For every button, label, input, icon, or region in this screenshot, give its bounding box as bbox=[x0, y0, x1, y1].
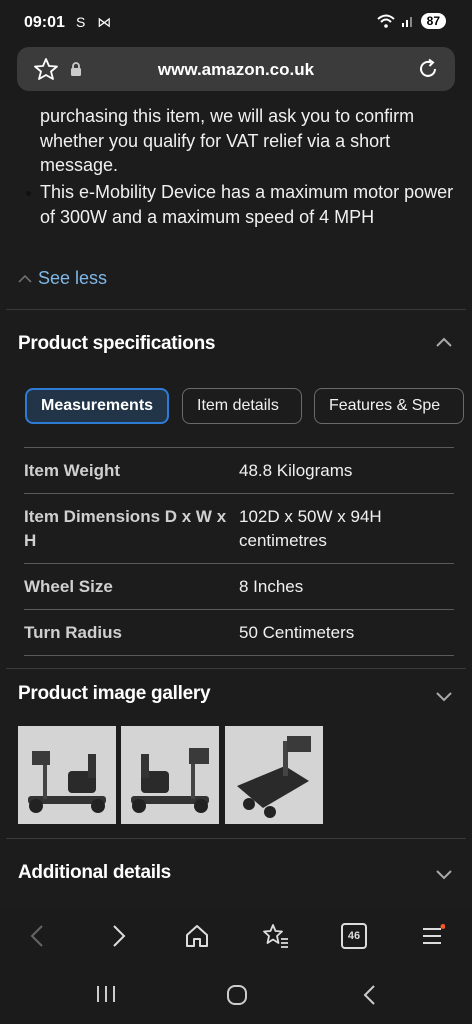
back-icon[interactable] bbox=[28, 924, 48, 948]
spec-key: Turn Radius bbox=[24, 623, 122, 642]
scooter-folded-image bbox=[225, 726, 323, 824]
recent-apps-icon[interactable] bbox=[94, 984, 118, 1004]
chevron-up-icon bbox=[18, 274, 32, 283]
spec-table: Item Weight 48.8 Kilograms Item Dimensio… bbox=[24, 447, 454, 656]
section-title-gallery[interactable]: Product image gallery bbox=[18, 683, 211, 705]
spec-value: 48.8 Kilograms bbox=[239, 461, 353, 480]
reload-icon[interactable] bbox=[417, 58, 439, 80]
chevron-down-icon[interactable] bbox=[434, 864, 454, 884]
scooter-image bbox=[121, 726, 219, 824]
spec-value: 102D x 50W x 94H centimetres bbox=[239, 507, 382, 550]
divider bbox=[6, 838, 466, 839]
system-nav-bar bbox=[0, 964, 472, 1024]
tab-item-details[interactable]: Item details bbox=[182, 388, 302, 424]
status-time: 09:01 bbox=[24, 14, 65, 31]
divider bbox=[6, 668, 466, 669]
spec-value: 8 Inches bbox=[239, 577, 304, 596]
browser-bottom-nav: 46 bbox=[0, 908, 472, 964]
wifi-icon bbox=[376, 14, 395, 28]
battery-icon: 87 bbox=[420, 13, 446, 29]
forward-icon[interactable] bbox=[108, 924, 128, 948]
tab-measurements[interactable]: Measurements bbox=[25, 388, 169, 424]
spec-value: 50 Centimeters bbox=[239, 623, 355, 642]
tabs-icon[interactable]: 46 bbox=[341, 923, 367, 949]
table-row: Item Weight 48.8 Kilograms bbox=[24, 447, 454, 493]
spec-key: Item Dimensions D x W x H bbox=[24, 507, 227, 550]
tab-features-specs[interactable]: Features & Spe bbox=[314, 388, 464, 424]
chevron-down-icon[interactable] bbox=[434, 686, 454, 706]
table-row: Turn Radius 50 Centimeters bbox=[24, 609, 454, 656]
address-bar[interactable]: www.amazon.co.uk bbox=[17, 47, 455, 91]
table-row: Item Dimensions D x W x H 102D x 50W x 9… bbox=[24, 493, 454, 563]
browser-toolbar: www.amazon.co.uk bbox=[0, 44, 472, 98]
menu-icon[interactable] bbox=[421, 924, 445, 948]
url-text[interactable]: www.amazon.co.uk bbox=[17, 60, 455, 80]
notification-icons: S ⋈ bbox=[76, 14, 116, 30]
system-back-icon[interactable] bbox=[362, 984, 378, 1006]
status-bar: 09:01 S ⋈ 87 bbox=[0, 0, 472, 44]
scooter-image bbox=[18, 726, 116, 824]
gallery-thumbnail[interactable] bbox=[18, 726, 116, 824]
see-less-label: See less bbox=[38, 268, 108, 288]
spec-key: Wheel Size bbox=[24, 577, 113, 596]
bullet-marker bbox=[26, 191, 31, 196]
signal-icon bbox=[401, 17, 412, 27]
see-less-link[interactable]: See less bbox=[18, 268, 107, 289]
gallery-thumbnail[interactable] bbox=[225, 726, 323, 824]
section-title-additional[interactable]: Additional details bbox=[18, 862, 171, 884]
home-icon[interactable] bbox=[184, 923, 210, 949]
spec-key: Item Weight bbox=[24, 461, 121, 480]
chevron-up-icon[interactable] bbox=[434, 333, 454, 353]
divider bbox=[6, 309, 466, 310]
description-bullet: This e-Mobility Device has a maximum mot… bbox=[40, 182, 454, 227]
table-row: Wheel Size 8 Inches bbox=[24, 563, 454, 609]
gallery-thumbnail[interactable] bbox=[121, 726, 219, 824]
section-title-specifications[interactable]: Product specifications bbox=[18, 333, 215, 355]
status-right: 87 bbox=[376, 13, 446, 29]
description-text: purchasing this item, we will ask you to… bbox=[40, 106, 415, 175]
bookmarks-icon[interactable] bbox=[262, 923, 290, 949]
home-button-icon[interactable] bbox=[226, 984, 248, 1006]
page-content: purchasing this item, we will ask you to… bbox=[0, 98, 472, 908]
